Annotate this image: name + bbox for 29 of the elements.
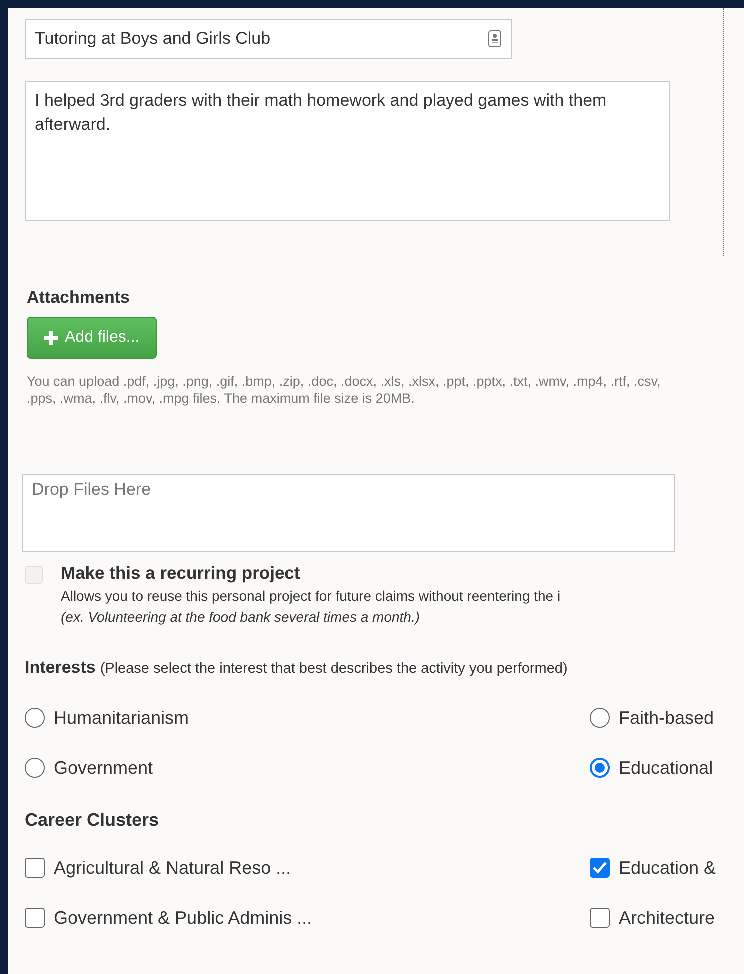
upload-help-text: You can upload .pdf, .jpg, .png, .gif, .bmp, .zip, .doc, .docx, .xls, .xlsx, .ppt, .pptx, .txt, .wmv, .mp4, .rtf, .csv, .pps, .wma, .flv, .mov, .mpg files. The maximum file size is 20MB. [27,372,662,408]
interests-note: (Please select the interest that best describes the activity you performed) [100,661,568,678]
description-field[interactable]: I helped 3rd graders with their math homework and played games with them afterward. [25,81,670,221]
checkbox[interactable] [590,908,610,928]
checkbox[interactable] [590,858,610,878]
drop-zone[interactable]: Drop Files Here [22,474,675,552]
radio-label[interactable]: Humanitarianism [54,704,190,732]
radio-button[interactable] [25,708,45,728]
radio-button[interactable] [590,758,610,778]
contact-card-icon [488,30,502,48]
checkbox-label[interactable]: Agricultural & Natural Reso ... [54,854,292,882]
checkbox-label[interactable]: Education & [619,854,716,882]
recurring-example: (ex. Volunteering at the food bank several times a month.) [61,608,422,628]
interests-heading: Interests [25,658,96,678]
plus-icon [44,330,58,344]
radio-button[interactable] [590,708,610,728]
radio-label[interactable]: Faith-based [619,704,714,732]
recurring-label: Make this a recurring project [61,562,302,586]
radio-label[interactable]: Government [54,754,154,782]
attachments-heading: Attachments [27,287,131,309]
recurring-description: Allows you to reuse this personal project for future claims without reentering the i [61,587,561,606]
checkbox-label[interactable]: Government & Public Adminis ... [54,904,312,932]
checkbox[interactable] [25,858,45,878]
radio-button[interactable] [25,758,45,778]
checkbox[interactable] [25,908,45,928]
career-clusters-heading: Career Clusters [25,808,160,832]
radio-label[interactable]: Educational [619,754,714,782]
title-field[interactable]: Tutoring at Boys and Girls Club [25,19,512,59]
checkbox-label[interactable]: Architecture [619,904,716,932]
